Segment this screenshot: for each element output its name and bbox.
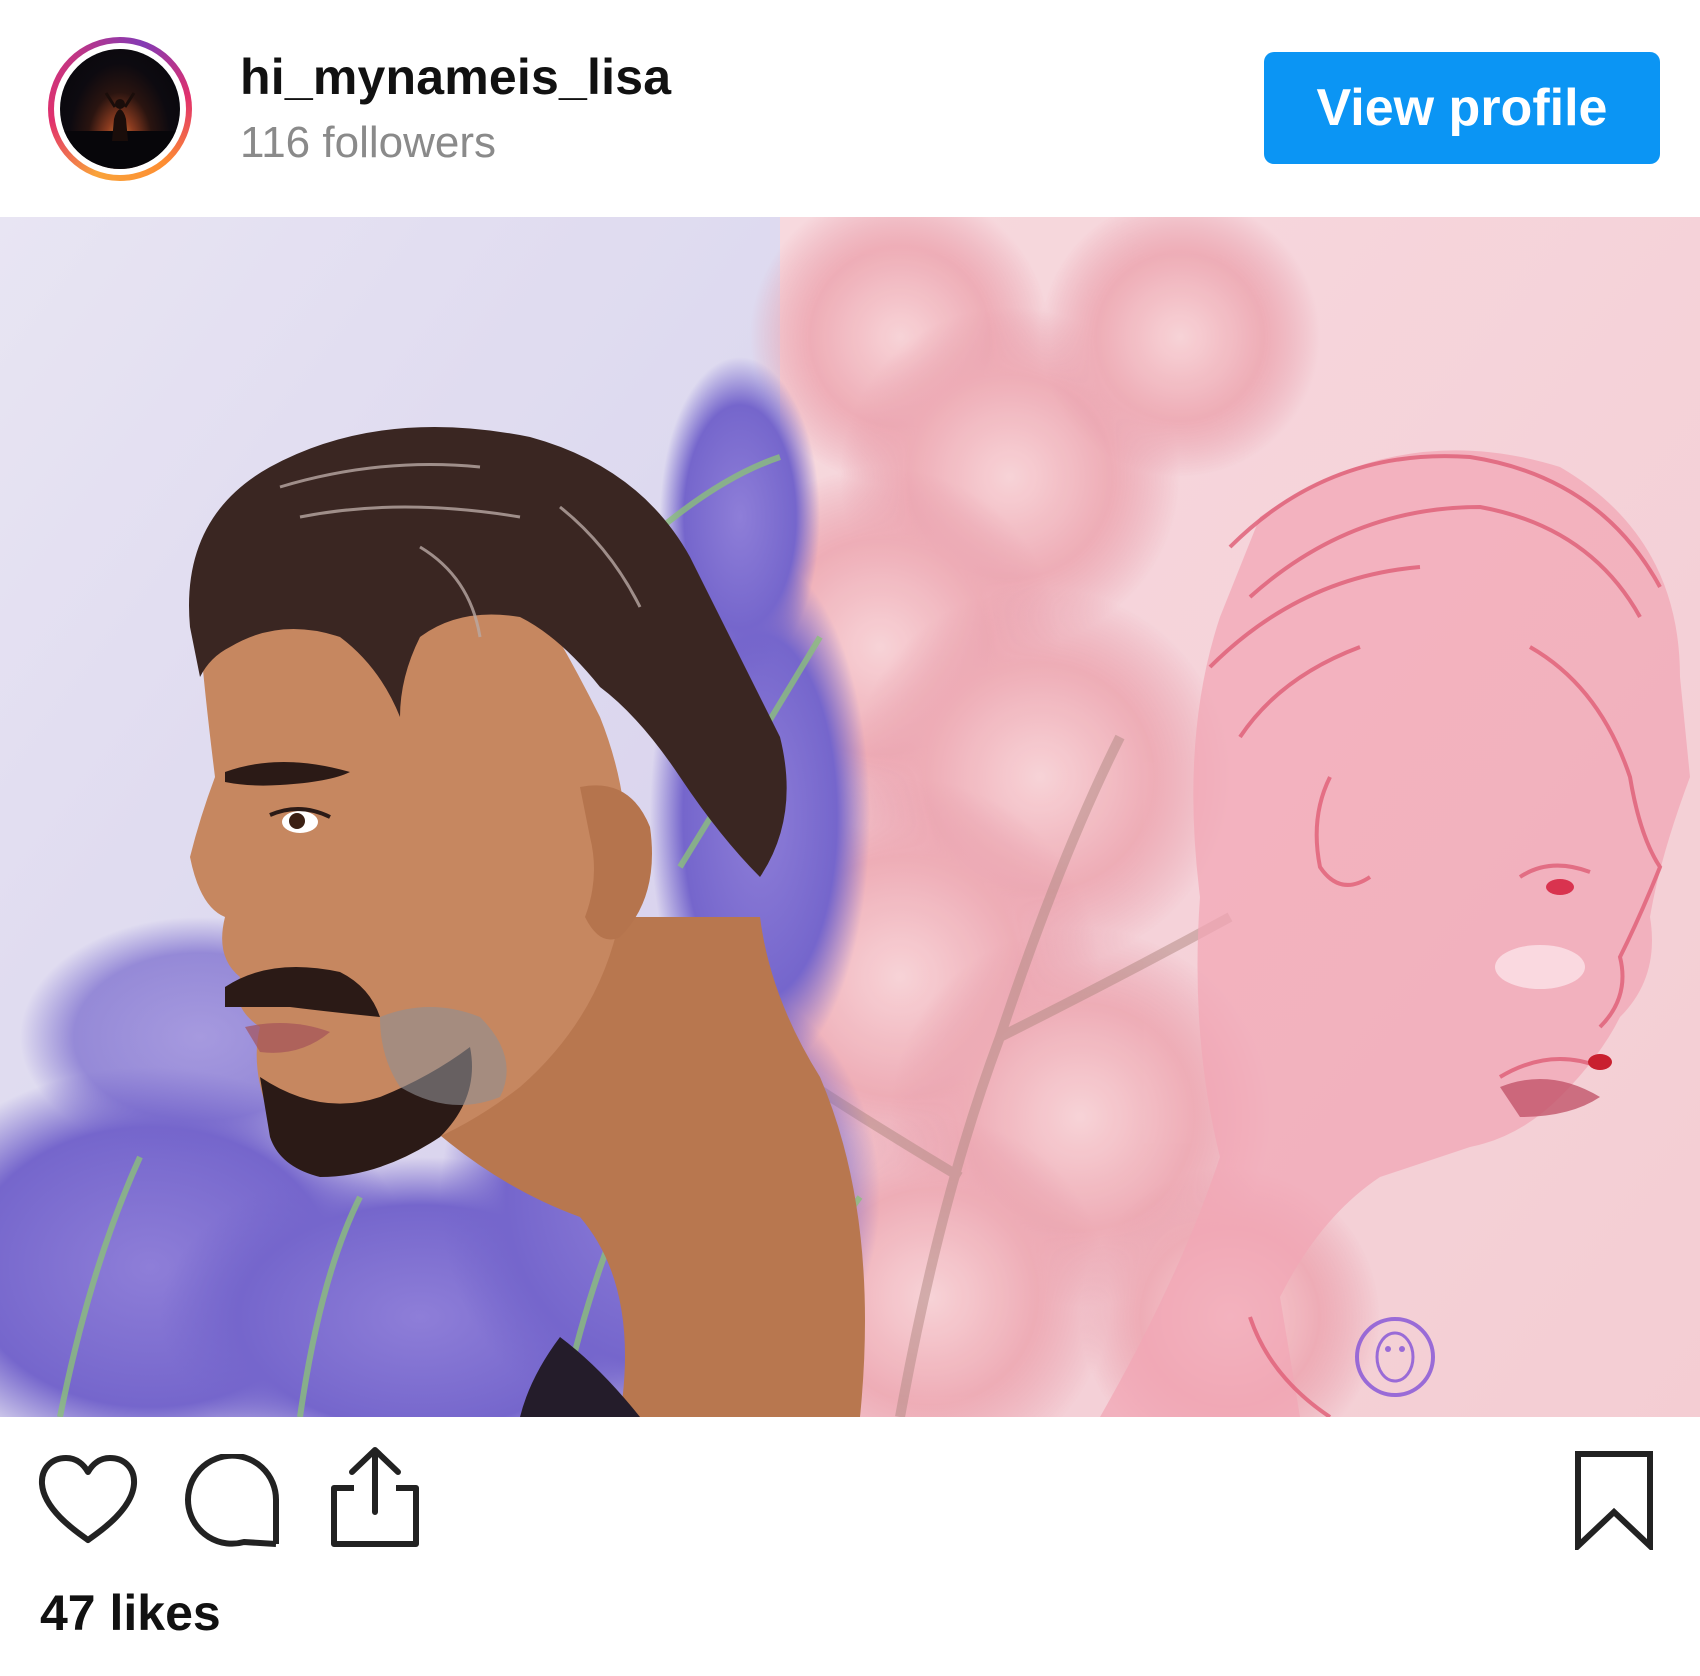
post-image[interactable] [0, 217, 1700, 1417]
comment-icon [185, 1452, 280, 1547]
post-header: hi_mynameis_lisa 116 followers View prof… [0, 0, 1700, 216]
avatar-border [54, 43, 186, 175]
comment-button[interactable] [184, 1452, 280, 1555]
share-button[interactable] [330, 1444, 420, 1553]
like-button[interactable] [38, 1454, 138, 1551]
share-icon [331, 1447, 419, 1547]
story-ring[interactable] [48, 37, 192, 181]
heart-icon [38, 1455, 138, 1543]
save-button[interactable] [1574, 1450, 1654, 1555]
view-profile-button[interactable]: View profile [1264, 52, 1660, 164]
username[interactable]: hi_mynameis_lisa [240, 48, 671, 106]
post-actions [0, 1440, 1700, 1560]
illustration [0, 217, 1700, 1417]
avatar[interactable] [60, 49, 180, 169]
follower-count: 116 followers [240, 118, 496, 167]
bookmark-icon [1575, 1451, 1653, 1553]
like-count[interactable]: 47 likes [40, 1584, 221, 1642]
avatar-silhouette-icon [60, 92, 180, 169]
